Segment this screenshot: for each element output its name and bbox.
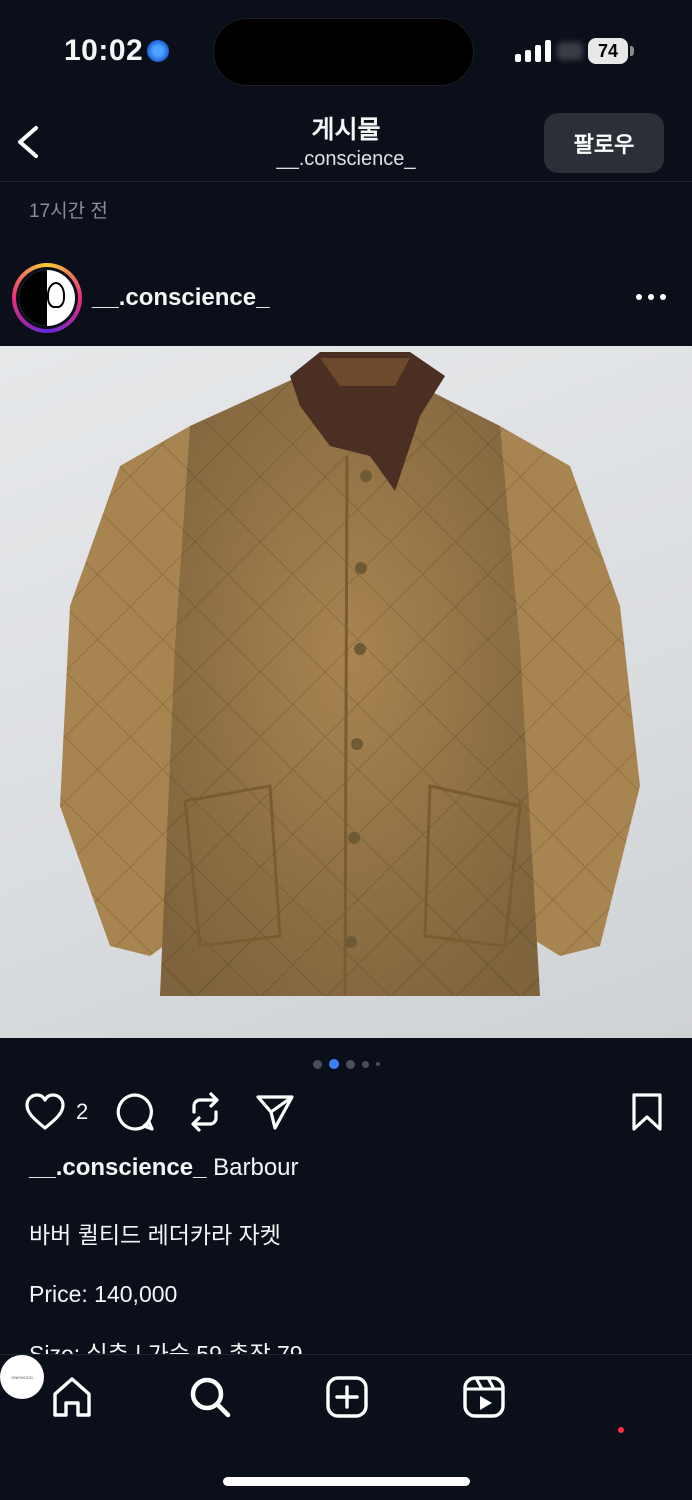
avatar-image	[19, 270, 75, 326]
caption-first-line: __.conscience_ Barbour	[29, 1154, 299, 1182]
caption-size-partial: Size: 실측 | 가슴 59 총장 79	[29, 1341, 303, 1354]
profile-avatar-tab[interactable]: ONEWOOD	[0, 1355, 44, 1399]
author-username[interactable]: __.conscience_	[92, 284, 269, 312]
caption-brand: Barbour	[206, 1154, 299, 1181]
post-photo[interactable]	[0, 346, 692, 1038]
like-count[interactable]: 2	[76, 1099, 88, 1125]
like-heart-icon[interactable]	[24, 1092, 66, 1132]
carousel-dot	[361, 1060, 369, 1068]
more-options-icon[interactable]	[636, 294, 668, 302]
dynamic-island	[213, 18, 474, 86]
post-timestamp: 17시간 전	[29, 201, 108, 222]
share-send-icon[interactable]	[255, 1092, 295, 1132]
wifi-icon	[557, 42, 583, 60]
carousel-dot	[345, 1059, 355, 1069]
carousel-dot	[312, 1059, 322, 1069]
status-bar: 10:02 74	[0, 0, 692, 100]
caption-username[interactable]: __.conscience_	[29, 1154, 206, 1181]
post-header-bar: 게시물 __.conscience_ 팔로우	[0, 100, 692, 182]
create-post-icon[interactable]	[325, 1375, 369, 1419]
follow-button[interactable]: 팔로우	[544, 113, 664, 173]
bottom-tab-bar: ONEWOOD	[0, 1354, 692, 1500]
home-icon[interactable]	[50, 1375, 94, 1419]
profile-notification-dot	[618, 1427, 624, 1433]
reels-icon[interactable]	[462, 1375, 506, 1419]
battery-level: 74	[597, 40, 619, 61]
home-indicator[interactable]	[223, 1477, 470, 1486]
carousel-indicator	[0, 1058, 692, 1070]
caption-price: Price: 140,000	[29, 1281, 178, 1307]
search-icon[interactable]	[188, 1375, 232, 1419]
status-time: 10:02	[64, 34, 144, 67]
battery-icon: 74	[588, 38, 628, 64]
battery-cap	[630, 46, 634, 56]
profile-avatar-text: ONEWOOD	[11, 1374, 33, 1380]
avatar-inner	[16, 267, 78, 329]
repost-icon[interactable]	[186, 1090, 224, 1134]
carousel-dot-active	[328, 1059, 339, 1069]
bookmark-icon[interactable]	[630, 1091, 664, 1133]
cellular-signal-icon	[515, 40, 551, 62]
quilted-jacket-image	[60, 352, 640, 997]
carousel-dot	[375, 1062, 380, 1066]
comment-icon[interactable]	[114, 1091, 156, 1133]
caption-item-title: 바버 퀼티드 레더카라 자켓	[29, 1222, 281, 1248]
author-avatar[interactable]	[12, 263, 82, 333]
location-indicator-icon	[147, 40, 169, 62]
